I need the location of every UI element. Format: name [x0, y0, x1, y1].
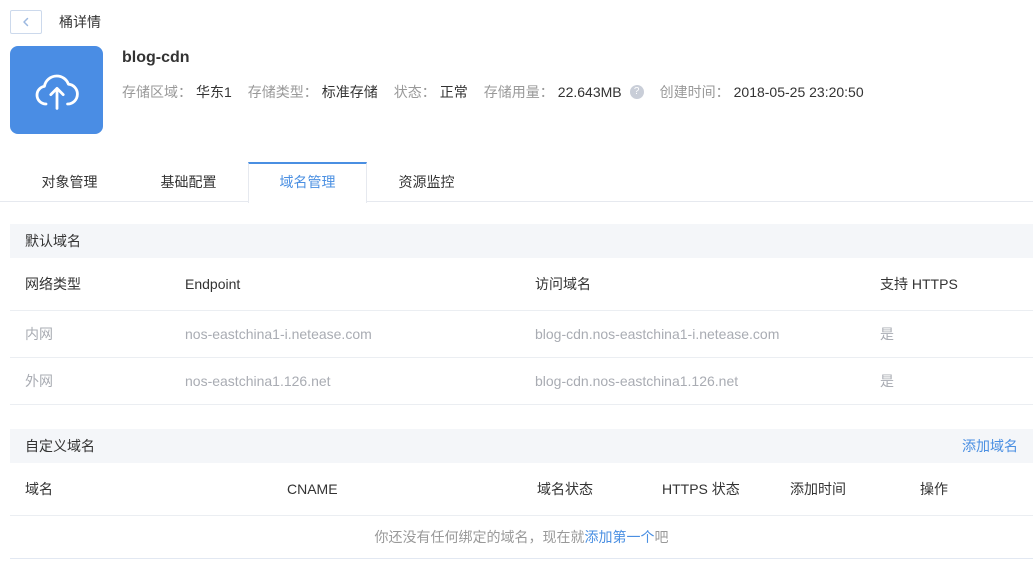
- meta-label: 存储区域：: [122, 84, 192, 100]
- meta-status: 状态： 正常: [394, 82, 468, 102]
- cell-network-type: 外网: [25, 373, 53, 389]
- cell-endpoint: nos-eastchina1-i.netease.com: [185, 326, 372, 342]
- custom-domain-table: 域名 CNAME 域名状态 HTTPS 状态 添加时间 操作 你还没有任何绑定的…: [10, 463, 1033, 559]
- default-domain-title: 默认域名: [25, 233, 81, 249]
- meta-value: 标准存储: [321, 84, 378, 100]
- meta-value: 2018-05-25 23:20:50: [733, 84, 864, 100]
- meta-label: 创建时间：: [659, 84, 730, 100]
- table-row: 内网 nos-eastchina1-i.netease.com blog-cdn…: [10, 311, 1033, 358]
- table-header-row: 域名 CNAME 域名状态 HTTPS 状态 添加时间 操作: [10, 463, 1033, 516]
- custom-domain-section-header: 自定义域名 添加域名: [10, 429, 1033, 463]
- custom-domain-title: 自定义域名: [25, 438, 95, 454]
- add-first-domain-link[interactable]: 添加第一个: [585, 527, 655, 547]
- bucket-info: blog-cdn 存储区域： 华东1 存储类型： 标准存储 状态： 正常 存储用…: [122, 46, 880, 134]
- meta-label: 状态：: [393, 84, 436, 100]
- default-domain-section-header: 默认域名: [10, 224, 1033, 258]
- column-header-actions: 操作: [920, 481, 948, 497]
- empty-state-text: 你还没有任何绑定的域名，现在就: [374, 529, 585, 545]
- meta-value: 正常: [439, 84, 468, 100]
- bucket-icon: [10, 46, 103, 134]
- meta-value: 华东1: [196, 84, 232, 100]
- add-domain-button[interactable]: 添加域名: [962, 436, 1018, 456]
- column-header-cname: CNAME: [287, 481, 338, 497]
- tab-resource-monitoring[interactable]: 资源监控: [367, 162, 486, 201]
- cell-access-domain: blog-cdn.nos-eastchina1.126.net: [535, 373, 739, 389]
- column-header-https-support: 支持 HTTPS: [880, 276, 958, 292]
- column-header-access-domain: 访问域名: [535, 276, 591, 292]
- page-title: 桶详情: [59, 14, 101, 30]
- tab-domain-management[interactable]: 域名管理: [248, 162, 367, 203]
- bucket-name: blog-cdn: [122, 49, 190, 66]
- cell-access-domain: blog-cdn.nos-eastchina1-i.netease.com: [535, 326, 780, 342]
- column-header-network-type: 网络类型: [25, 276, 81, 292]
- table-header-row: 网络类型 Endpoint 访问域名 支持 HTTPS: [10, 258, 1033, 311]
- back-chevron-icon: [23, 17, 29, 27]
- meta-storage-type: 存储类型： 标准存储: [248, 82, 378, 102]
- meta-created-time: 创建时间： 2018-05-25 23:20:50: [660, 82, 864, 102]
- meta-value: 22.643MB: [557, 84, 622, 100]
- column-header-add-time: 添加时间: [790, 481, 846, 497]
- column-header-https-status: HTTPS 状态: [662, 481, 740, 497]
- bucket-meta: 存储区域： 华东1 存储类型： 标准存储 状态： 正常 存储用量： 22.643…: [122, 82, 880, 102]
- meta-storage-region: 存储区域： 华东1: [122, 82, 232, 102]
- help-icon[interactable]: ?: [629, 85, 644, 99]
- empty-state-text-suffix: 吧: [654, 529, 669, 545]
- cell-network-type: 内网: [25, 326, 53, 342]
- cell-https-support: 是: [880, 326, 894, 342]
- column-header-domain-status: 域名状态: [537, 481, 593, 497]
- table-row: 外网 nos-eastchina1.126.net blog-cdn.nos-e…: [10, 358, 1033, 405]
- cell-endpoint: nos-eastchina1.126.net: [185, 373, 331, 389]
- bucket-header: blog-cdn 存储区域： 华东1 存储类型： 标准存储 状态： 正常 存储用…: [10, 46, 1033, 134]
- meta-label: 存储类型：: [247, 84, 318, 100]
- meta-storage-usage: 存储用量： 22.643MB ?: [484, 82, 644, 102]
- back-button[interactable]: [10, 10, 42, 34]
- empty-state: 你还没有任何绑定的域名，现在就 添加第一个吧: [10, 516, 1033, 559]
- column-header-domain: 域名: [25, 481, 53, 497]
- cell-https-support: 是: [880, 373, 894, 389]
- tab-bar: 对象管理 基础配置 域名管理 资源监控: [0, 162, 1033, 203]
- meta-label: 存储用量：: [483, 84, 554, 100]
- cloud-upload-icon: [35, 74, 79, 110]
- topbar: 桶详情: [0, 0, 1033, 34]
- default-domain-table: 网络类型 Endpoint 访问域名 支持 HTTPS 内网 nos-eastc…: [10, 258, 1033, 405]
- tab-basic-config[interactable]: 基础配置: [129, 162, 248, 201]
- column-header-endpoint: Endpoint: [185, 276, 241, 292]
- tab-object-management[interactable]: 对象管理: [10, 162, 129, 201]
